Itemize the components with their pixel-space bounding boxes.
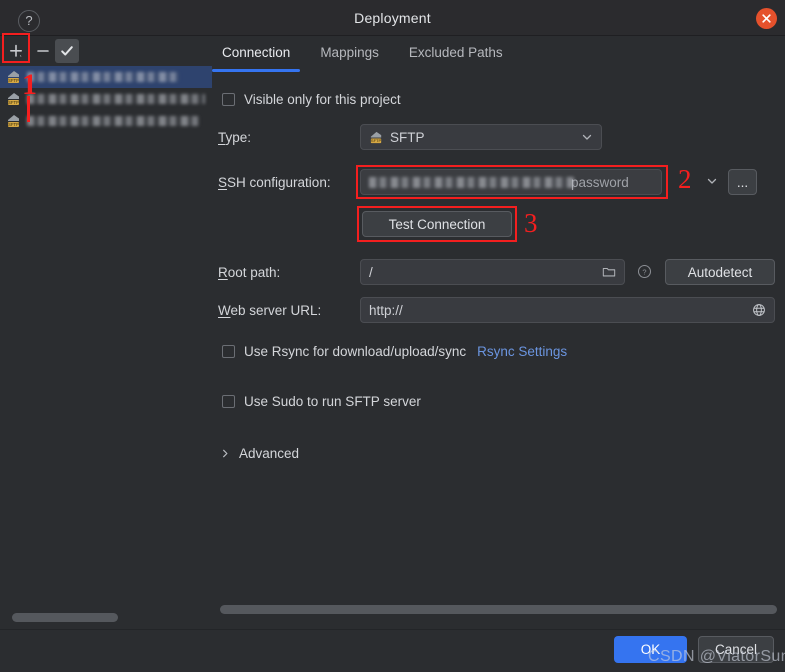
close-icon[interactable] [756,8,777,29]
list-item[interactable]: SFTP [0,88,212,110]
scrollbar-thumb[interactable] [220,605,777,614]
svg-text:?: ? [642,268,646,277]
use-rsync-row: Use Rsync for download/upload/sync Rsync… [222,344,567,359]
web-server-url-value: http:// [369,302,403,318]
ssh-config-browse-button[interactable]: ... [728,169,757,195]
sftp-server-icon: SFTP [8,93,19,105]
web-server-url-label-wrap: Web server URL: [218,303,321,318]
server-name-redacted [27,72,179,82]
help-button[interactable]: ? [18,10,40,32]
server-name-redacted [27,94,205,104]
use-sudo-row: Use Sudo to run SFTP server [222,394,421,409]
list-item[interactable]: SFTP [0,110,212,132]
server-name-redacted [27,116,199,126]
visible-only-label: Visible only for this project [244,92,401,107]
visible-only-checkbox[interactable] [222,93,235,106]
ssh-config-dropdown-button[interactable] [706,175,718,190]
tab-mappings[interactable]: Mappings [310,38,389,68]
server-list-toolbar [0,36,212,66]
type-label-wrap: Type: [218,130,251,145]
root-path-input[interactable]: / [360,259,625,285]
add-server-button[interactable] [4,39,28,63]
cancel-button[interactable]: Cancel [698,636,774,663]
ssh-config-suffix: password [571,174,629,190]
visible-only-row: Visible only for this project [222,92,401,107]
type-dropdown[interactable]: SFTP SFTP [360,124,602,150]
use-rsync-checkbox[interactable] [222,345,235,358]
chevron-right-icon [223,449,228,458]
scrollbar-thumb[interactable] [12,613,118,622]
type-value: SFTP [390,129,425,145]
remove-server-button[interactable] [31,39,55,63]
advanced-section-toggle[interactable]: Advanced [220,446,299,461]
rsync-settings-link[interactable]: Rsync Settings [477,344,567,359]
deployment-dialog: Deployment SFTP SFTP SFTP 1 Connection M… [0,0,785,672]
page-title: Deployment [354,10,431,26]
svg-text:SFTP: SFTP [8,122,19,127]
folder-icon[interactable] [602,265,616,279]
ssh-config-label: SSH configuration: [218,175,331,190]
title-bar: Deployment [0,0,785,36]
advanced-label: Advanced [239,446,300,461]
annotation-3: 3 [524,208,538,238]
list-item[interactable]: SFTP [0,66,212,88]
server-list-hscrollbar[interactable] [0,603,212,629]
svg-text:SFTP: SFTP [371,138,382,143]
server-list[interactable]: SFTP SFTP SFTP [0,66,212,603]
plus-icon [10,44,22,57]
annotation-2: 2 [678,164,692,194]
sftp-server-icon: SFTP [370,131,382,143]
set-default-server-button[interactable] [55,39,79,63]
sftp-server-icon: SFTP [8,71,19,83]
web-server-url-label: Web server URL: [218,303,322,318]
web-server-url-input[interactable]: http:// [360,297,775,323]
tab-connection[interactable]: Connection [212,38,301,72]
use-rsync-label: Use Rsync for download/upload/sync [244,344,467,359]
check-icon [61,46,73,56]
tab-bar: Connection Mappings Excluded Paths [212,38,523,72]
chevron-down-icon [582,134,592,140]
ssh-config-label-wrap: SSH configuration: [218,175,331,190]
globe-icon[interactable] [752,303,766,317]
svg-text:SFTP: SFTP [8,100,19,105]
root-path-value: / [369,264,373,280]
use-sudo-checkbox[interactable] [222,395,235,408]
root-path-help-icon[interactable]: ? [637,264,652,282]
root-path-label-wrap: Root path: [218,265,280,280]
ok-button[interactable]: OK [614,636,687,663]
sftp-server-icon: SFTP [8,115,19,127]
svg-text:SFTP: SFTP [8,78,19,83]
test-connection-button[interactable]: Test Connection [362,211,512,237]
minus-icon [37,50,49,52]
autodetect-button[interactable]: Autodetect [665,259,775,285]
tab-excluded-paths[interactable]: Excluded Paths [399,38,513,68]
form-hscrollbar[interactable] [212,603,785,629]
root-path-label: Root path: [218,265,281,280]
chevron-down-icon [707,178,717,184]
type-label: Type: [218,130,252,145]
use-sudo-label: Use Sudo to run SFTP server [244,394,421,409]
ssh-config-value-redacted [369,176,574,188]
ssh-config-field[interactable]: password [360,169,662,195]
